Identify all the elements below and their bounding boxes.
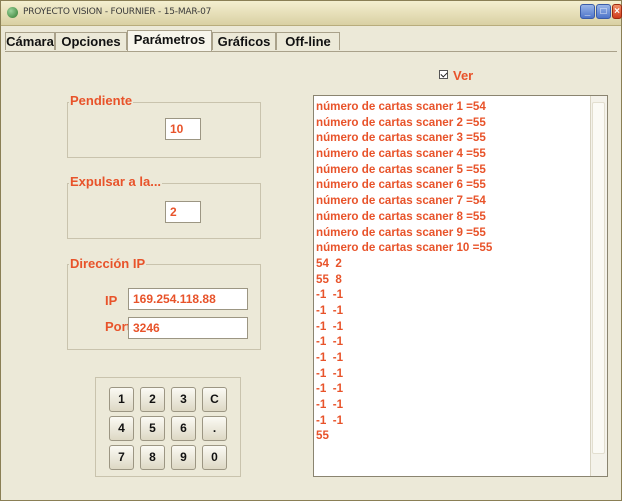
tab-parametros[interactable]: Parámetros	[127, 30, 212, 51]
scrollbar-thumb[interactable]	[592, 102, 605, 454]
list-item[interactable]: -1 -1	[316, 397, 586, 413]
ver-label: Ver	[453, 68, 474, 83]
key-dot[interactable]: .	[202, 416, 227, 441]
list-item[interactable]: -1 -1	[316, 366, 586, 382]
tab-opciones[interactable]: Opciones	[55, 32, 127, 50]
key-0[interactable]: 0	[202, 445, 227, 470]
key-3[interactable]: 3	[171, 387, 196, 412]
list-item[interactable]: -1 -1	[316, 287, 586, 303]
pendiente-title: Pendiente	[69, 93, 134, 108]
list-item[interactable]: número de cartas scaner 8 =55	[316, 209, 586, 225]
list-item[interactable]: número de cartas scaner 6 =55	[316, 177, 586, 193]
app-window: PROYECTO VISION - FOURNIER - 15-MAR-07 _…	[0, 0, 622, 501]
key-7[interactable]: 7	[109, 445, 134, 470]
expulsar-title: Expulsar a la...	[69, 174, 163, 189]
list-item[interactable]: número de cartas scaner 10 =55	[316, 240, 586, 256]
list-item[interactable]: número de cartas scaner 7 =54	[316, 193, 586, 209]
key-5[interactable]: 5	[140, 416, 165, 441]
list-item[interactable]: -1 -1	[316, 381, 586, 397]
ip-field[interactable]: 169.254.118.88	[128, 288, 248, 310]
keypad: 1 2 3 C 4 5 6 . 7 8 9 0	[95, 377, 241, 477]
key-c[interactable]: C	[202, 387, 227, 412]
list-item[interactable]: -1 -1	[316, 413, 586, 429]
maximize-button[interactable]: □	[596, 4, 611, 19]
list-item[interactable]: -1 -1	[316, 350, 586, 366]
title-bar[interactable]: PROYECTO VISION - FOURNIER - 15-MAR-07 _…	[1, 1, 622, 26]
list-item[interactable]: 54 2	[316, 256, 586, 272]
tab-camara[interactable]: Cámara	[5, 32, 55, 50]
key-4[interactable]: 4	[109, 416, 134, 441]
minimize-button[interactable]: _	[580, 4, 595, 19]
key-8[interactable]: 8	[140, 445, 165, 470]
key-6[interactable]: 6	[171, 416, 196, 441]
list-item[interactable]: -1 -1	[316, 303, 586, 319]
list-item[interactable]: número de cartas scaner 3 =55	[316, 130, 586, 146]
output-listbox[interactable]: número de cartas scaner 1 =54 número de c…	[313, 95, 608, 477]
pendiente-field[interactable]: 10	[165, 118, 201, 140]
list-item[interactable]: -1 -1	[316, 319, 586, 335]
vertical-scrollbar[interactable]	[590, 96, 607, 476]
key-9[interactable]: 9	[171, 445, 196, 470]
list-item[interactable]: 55	[316, 428, 586, 444]
list-item[interactable]: 55 8	[316, 272, 586, 288]
key-1[interactable]: 1	[109, 387, 134, 412]
key-2[interactable]: 2	[140, 387, 165, 412]
tab-divider	[5, 51, 617, 52]
expulsar-group	[67, 183, 261, 239]
output-lines: número de cartas scaner 1 =54 número de c…	[316, 99, 586, 444]
ver-checkbox[interactable]	[439, 70, 448, 79]
list-item[interactable]: número de cartas scaner 1 =54	[316, 99, 586, 115]
expulsar-field[interactable]: 2	[165, 201, 201, 223]
tab-graficos[interactable]: Gráficos	[212, 32, 276, 50]
list-item[interactable]: número de cartas scaner 9 =55	[316, 225, 586, 241]
list-item[interactable]: número de cartas scaner 5 =55	[316, 162, 586, 178]
window-title: PROYECTO VISION - FOURNIER - 15-MAR-07	[23, 7, 212, 17]
app-icon	[7, 7, 18, 18]
direccion-ip-title: Dirección IP	[69, 256, 147, 271]
list-item[interactable]: número de cartas scaner 2 =55	[316, 115, 586, 131]
pendiente-group	[67, 102, 261, 158]
tab-off-line[interactable]: Off-line	[276, 32, 340, 50]
list-item[interactable]: número de cartas scaner 4 =55	[316, 146, 586, 162]
close-button[interactable]: ×	[612, 4, 622, 19]
list-item[interactable]: -1 -1	[316, 334, 586, 350]
ip-label: IP	[105, 293, 118, 308]
port-field[interactable]: 3246	[128, 317, 248, 339]
